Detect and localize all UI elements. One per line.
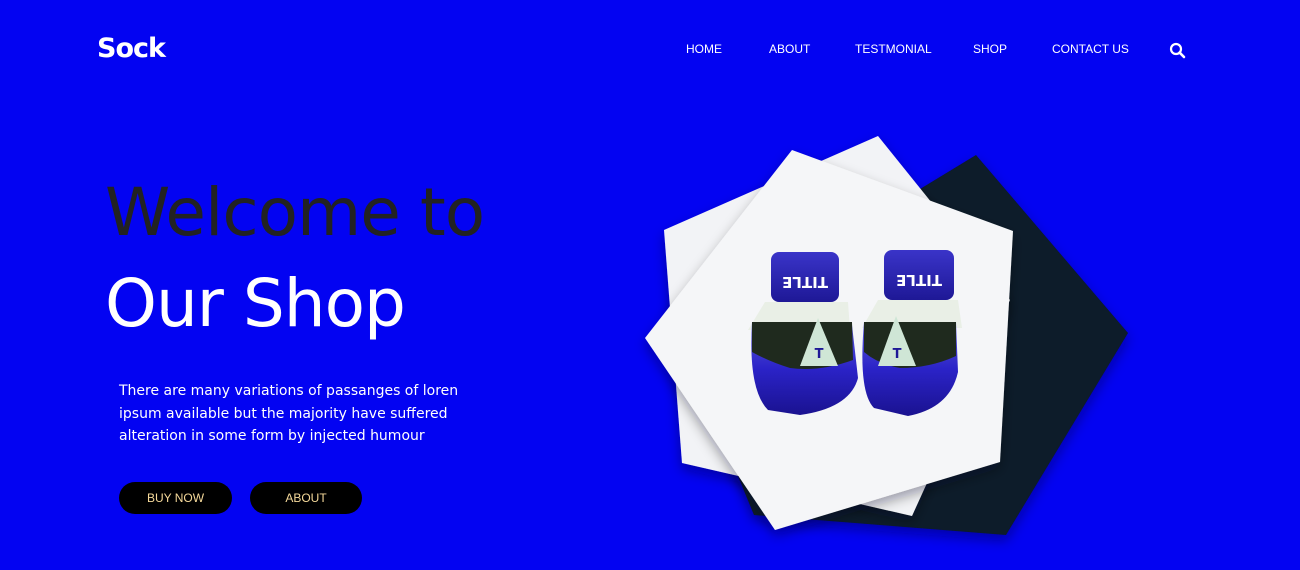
nav-contact-us[interactable]: CONTACT US bbox=[1052, 41, 1129, 57]
hero-title-line2: Our Shop bbox=[105, 265, 406, 342]
hero-product-showcase: TITLE T TITLE T bbox=[600, 120, 1160, 560]
svg-text:TITLE: TITLE bbox=[782, 273, 828, 291]
main-nav: HOME ABOUT TESTMONIAL SHOP CONTACT US bbox=[0, 41, 1300, 57]
svg-text:T: T bbox=[893, 347, 902, 362]
nav-shop[interactable]: SHOP bbox=[973, 41, 1007, 57]
hero-title-line1: Welcome to bbox=[105, 174, 485, 251]
nav-testimonial[interactable]: TESTMONIAL bbox=[855, 41, 932, 57]
hero-description: There are many variations of passanges o… bbox=[119, 383, 459, 444]
svg-text:TITLE: TITLE bbox=[896, 271, 942, 289]
nav-home[interactable]: HOME bbox=[686, 41, 722, 57]
svg-text:T: T bbox=[815, 347, 824, 362]
search-icon[interactable] bbox=[1169, 42, 1186, 59]
about-button[interactable]: ABOUT bbox=[250, 482, 362, 514]
nav-about[interactable]: ABOUT bbox=[769, 41, 810, 57]
buy-now-button[interactable]: BUY NOW bbox=[119, 482, 232, 514]
